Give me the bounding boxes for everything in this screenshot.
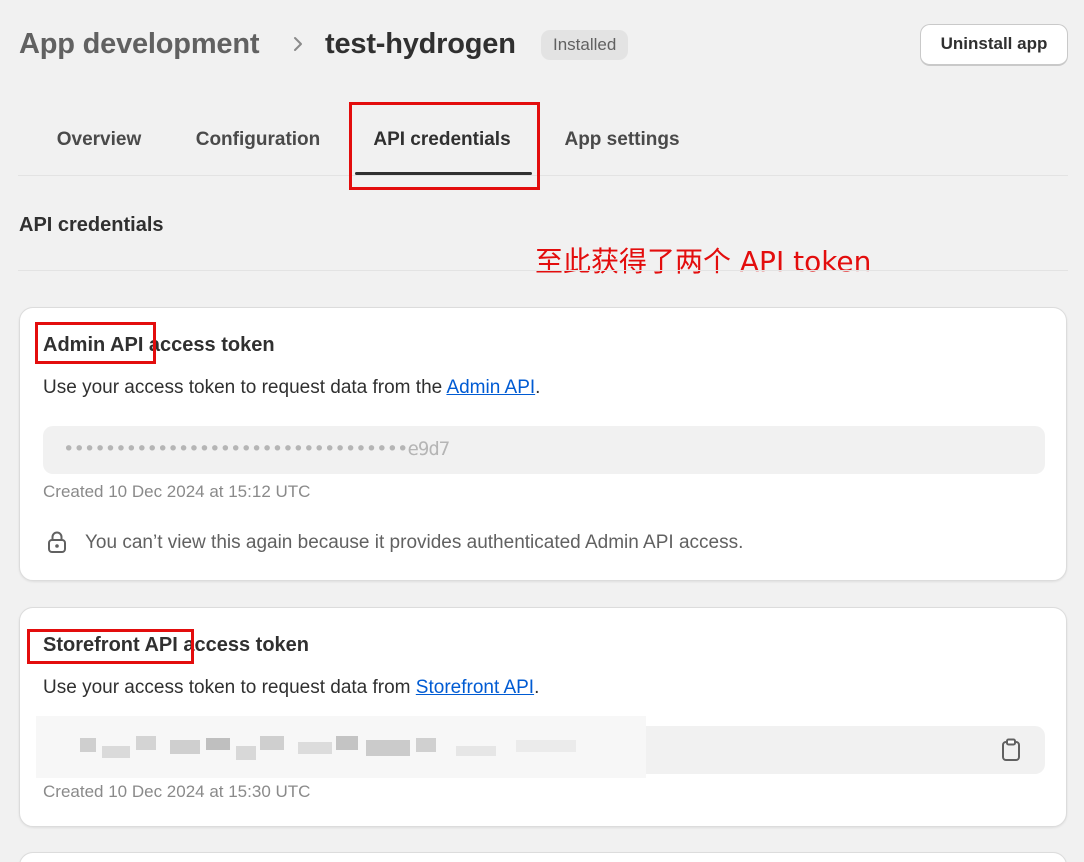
admin-desc-text: Use your access token to request data fr… <box>43 377 447 398</box>
admin-api-link[interactable]: Admin API <box>446 377 535 398</box>
uninstall-app-button[interactable]: Uninstall app <box>920 24 1068 66</box>
storefront-api-link[interactable]: Storefront API <box>416 677 534 698</box>
annotation-text: 至此获得了两个 API token <box>535 245 872 278</box>
admin-token-field[interactable]: •••••••••••••••••••••••••••••••••e9d7 <box>43 426 1045 474</box>
tab-app-settings[interactable]: App settings <box>563 100 681 176</box>
page-title: test-hydrogen <box>325 28 516 60</box>
next-card <box>19 852 1067 862</box>
section-divider <box>18 270 1068 271</box>
tab-overview[interactable]: Overview <box>54 100 144 176</box>
storefront-desc-suffix: . <box>534 677 540 698</box>
admin-token-value: •••••••••••••••••••••••••••••••••e9d7 <box>63 438 450 460</box>
status-badge: Installed <box>541 30 629 60</box>
storefront-desc-text: Use your access token to request data fr… <box>43 677 416 698</box>
admin-warning-text: You can’t view this again because it pro… <box>85 532 744 553</box>
section-title: API credentials <box>19 214 164 236</box>
admin-created-date: Created 10 Dec 2024 at 15:12 UTC <box>43 482 311 501</box>
admin-api-token-card: Admin API access token Use your access t… <box>19 307 1067 581</box>
tab-bar: Overview Configuration API credentials A… <box>18 100 1068 176</box>
page-header: App development test-hydrogen Installed … <box>18 22 1068 70</box>
highlight-box-admin-api <box>35 322 156 364</box>
highlight-box-storefront-api <box>27 629 194 664</box>
storefront-card-description: Use your access token to request data fr… <box>43 677 539 699</box>
chevron-right-icon <box>294 37 302 51</box>
tab-configuration[interactable]: Configuration <box>193 100 323 176</box>
breadcrumb-app-development[interactable]: App development <box>19 28 260 61</box>
admin-card-description: Use your access token to request data fr… <box>43 377 540 399</box>
storefront-created-date: Created 10 Dec 2024 at 15:30 UTC <box>43 782 311 801</box>
admin-desc-suffix: . <box>535 377 541 398</box>
page: App development test-hydrogen Installed … <box>0 0 1084 862</box>
clipboard-icon[interactable] <box>1000 738 1022 762</box>
highlight-box-tab <box>349 102 540 190</box>
storefront-token-blurred <box>36 716 646 778</box>
lock-icon <box>48 531 66 553</box>
